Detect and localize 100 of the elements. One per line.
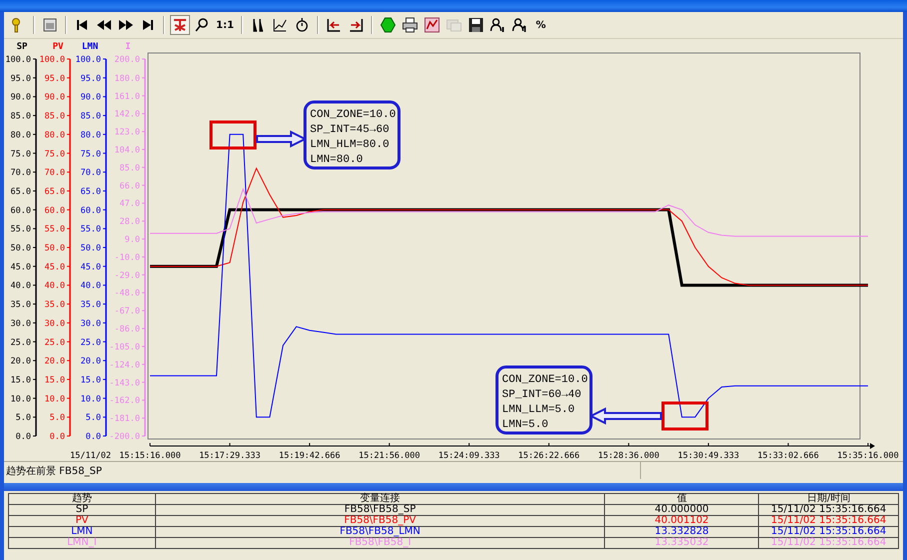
axis-tick-label: 25.0 xyxy=(44,338,65,348)
axis-tick-label: 161.0 xyxy=(114,92,140,102)
axis-tick-label: 0.0 xyxy=(86,432,101,442)
axis-tick-label: 10.0 xyxy=(44,394,65,404)
axis-tick-label: -48.0 xyxy=(114,288,140,299)
axis-tick-label: 100.0 xyxy=(39,55,65,65)
axis-tick-label: 142.0 xyxy=(114,110,140,120)
axis-tick-label: 45.0 xyxy=(44,262,65,272)
axis-title: I xyxy=(125,42,131,52)
axis-tick-label: 65.0 xyxy=(80,186,101,197)
column-header: 变量连接 xyxy=(155,494,605,504)
callout-text: CON_ZONE=10.0 xyxy=(310,109,396,121)
table-cell: PV xyxy=(8,516,156,526)
time-tick-label: 15:30:49.333 xyxy=(678,451,740,461)
time-tick-label: 15:26:22.666 xyxy=(518,451,580,461)
axis-tick-label: 20.0 xyxy=(80,356,101,367)
time-tick-label: 15:21:56.000 xyxy=(358,451,420,461)
axis-tick-label: -29.0 xyxy=(114,270,140,281)
axis-tick-label: 50.0 xyxy=(44,244,65,254)
axis-tick-label: -200.0 xyxy=(109,432,140,442)
time-tick-label: 15:33:02.666 xyxy=(758,451,819,461)
axis-tick-label: 65.0 xyxy=(44,186,65,197)
axis-tick-label: 15.0 xyxy=(44,375,65,386)
status-text: 趋势在前景 FB58_SP xyxy=(6,464,102,478)
table-cell: FB58\FB58_I xyxy=(155,538,605,548)
axis-tick-label: 90.0 xyxy=(10,92,31,103)
axis-tick-label: 45.0 xyxy=(80,262,101,272)
axis-tick-label: 30.0 xyxy=(10,318,31,329)
axis-tick-label: 60.0 xyxy=(80,206,101,216)
table-cell: 13.332828 xyxy=(604,526,759,538)
axis-tick-label: 28.0 xyxy=(120,217,140,228)
axis-tick-label: 5.0 xyxy=(16,413,31,424)
axis-tick-label: 47.0 xyxy=(120,199,140,210)
axis-tick-label: -67.0 xyxy=(114,306,140,317)
time-tick-label: 15:35:16.000 xyxy=(837,451,899,461)
axis-tick-label: 70.0 xyxy=(10,168,31,178)
axis-tick-label: 20.0 xyxy=(10,356,31,367)
table-cell: LMN xyxy=(8,526,156,538)
axis-tick-label: 25.0 xyxy=(10,338,31,348)
axis-tick-label: 55.0 xyxy=(80,224,101,235)
axis-tick-label: -143.0 xyxy=(109,378,140,388)
callout-text: LMN_LLM=5.0 xyxy=(502,404,575,416)
axis-tick-label: 30.0 xyxy=(44,318,65,329)
table-cell: LMN_I xyxy=(8,538,156,548)
axis-tick-label: 66.0 xyxy=(120,181,140,192)
axis-tick-label: 50.0 xyxy=(80,244,101,254)
axis-tick-label: 200.0 xyxy=(114,55,140,65)
table-cell: 40.001102 xyxy=(604,516,759,526)
axis-tick-label: 60.0 xyxy=(44,206,65,216)
axis-title: SP xyxy=(16,42,28,52)
axis-title: LMN xyxy=(82,42,98,52)
table-cell: 15/11/02 15:35:16.664 xyxy=(758,526,898,538)
axis-tick-label: 25.0 xyxy=(80,338,101,348)
axis-tick-label: 40.0 xyxy=(10,281,31,292)
column-header: 趋势 xyxy=(8,494,156,504)
axis-tick-label: 10.0 xyxy=(80,394,101,404)
callout-text: LMN=80.0 xyxy=(310,154,363,166)
time-tick-label: 15:17:29.333 xyxy=(199,451,260,461)
axis-tick-label: 35.0 xyxy=(80,300,101,310)
axis-tick-label: 55.0 xyxy=(44,224,65,235)
table-cell: FB58\FB58_PV xyxy=(155,516,605,526)
table-cell: FB58\FB58_LMN xyxy=(155,526,605,538)
time-tick-label: 15:28:36.000 xyxy=(598,451,660,461)
axis-tick-label: 40.0 xyxy=(80,281,101,292)
table-cell: 15/11/02 15:35:16.664 xyxy=(758,516,898,526)
axis-tick-label: -10.0 xyxy=(114,252,140,263)
axis-tick-label: 45.0 xyxy=(10,262,31,272)
axis-tick-label: 5.0 xyxy=(50,413,65,424)
axis-tick-label: 75.0 xyxy=(10,149,31,160)
axis-tick-label: -86.0 xyxy=(114,324,140,335)
axis-tick-label: 95.0 xyxy=(80,74,101,84)
axis-tick-label: 90.0 xyxy=(80,92,101,103)
column-header: 值 xyxy=(604,494,759,504)
axis-tick-label: 5.0 xyxy=(86,413,101,424)
axis-tick-label: 95.0 xyxy=(44,74,65,84)
axis-tick-label: 180.0 xyxy=(114,74,140,84)
axis-title: PV xyxy=(52,42,64,52)
axis-tick-label: 95.0 xyxy=(10,74,31,84)
axis-tick-label: 70.0 xyxy=(44,168,65,178)
axis-tick-label: -105.0 xyxy=(109,342,140,352)
axis-tick-label: 80.0 xyxy=(10,130,31,140)
time-tick-label: 15:19:42.666 xyxy=(278,451,340,461)
axis-tick-label: 15.0 xyxy=(80,375,101,386)
axis-tick-label: 85.0 xyxy=(120,163,140,174)
axis-tick-label: -162.0 xyxy=(109,396,140,406)
axis-tick-label: 40.0 xyxy=(44,281,65,292)
axis-tick-label: 60.0 xyxy=(10,206,31,216)
table-cell: FB58\FB58_SP xyxy=(155,504,605,516)
axis-tick-label: 100.0 xyxy=(75,55,101,65)
axis-tick-label: 123.0 xyxy=(114,128,140,138)
callout-text: LMN_HLM=80.0 xyxy=(310,139,390,151)
column-header: 日期/时间 xyxy=(758,494,898,504)
axis-tick-label: 65.0 xyxy=(10,186,31,197)
axis-tick-label: 80.0 xyxy=(44,130,65,140)
axis-tick-label: 85.0 xyxy=(10,112,31,122)
table-cell: 15/11/02 15:35:16.664 xyxy=(758,538,898,548)
axis-tick-label: 35.0 xyxy=(10,300,31,310)
axis-tick-label: 35.0 xyxy=(44,300,65,310)
axis-tick-label: 20.0 xyxy=(44,356,65,367)
axis-tick-label: 10.0 xyxy=(10,394,31,404)
